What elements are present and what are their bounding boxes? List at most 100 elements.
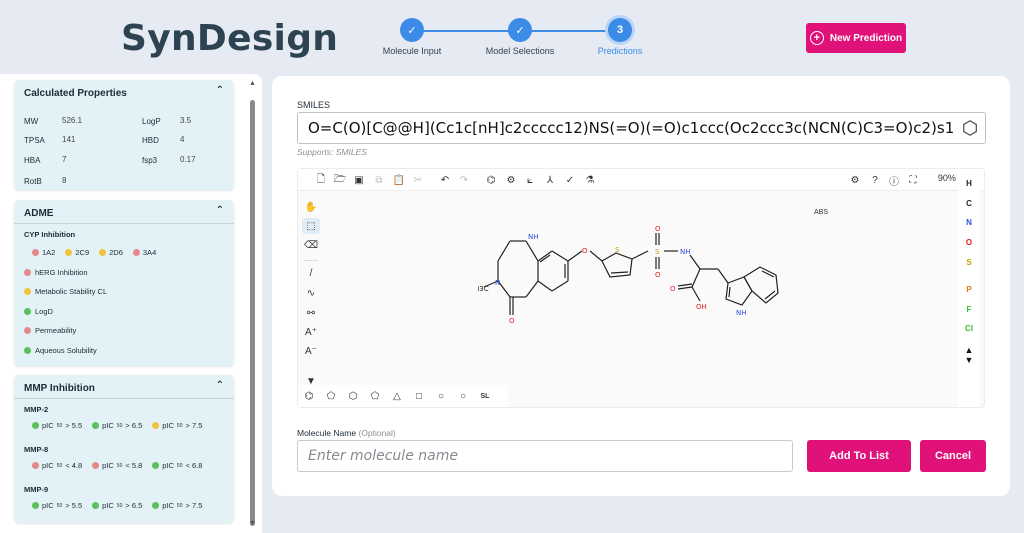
info-icon[interactable]: ⓘ <box>887 173 901 188</box>
prop-value: 7 <box>62 155 67 164</box>
fullscreen-icon[interactable]: ⛶ <box>906 173 920 187</box>
save-icon[interactable]: ▣ <box>352 173 366 187</box>
prop-name: fsp3 <box>142 156 158 165</box>
prop-name: LogP <box>142 117 161 126</box>
new-prediction-button[interactable]: + New Prediction <box>806 23 906 53</box>
step-predictions[interactable]: 3 Predictions <box>572 18 668 56</box>
new-file-icon[interactable]: 🗋 <box>314 173 328 187</box>
charge-plus-icon[interactable]: A⁺ <box>302 324 320 340</box>
hexagon-icon[interactable] <box>961 119 979 137</box>
atom-f-button[interactable]: F <box>958 305 980 314</box>
help-icon[interactable]: ? <box>868 173 882 187</box>
atom-palette: H C N O S P F Cl ▲ ▼ <box>958 169 980 407</box>
copy-icon[interactable]: ⧉ <box>372 173 386 187</box>
mmp-row: pIC 50 < 4.8 pIC 50 < 5.8 pIC 50 < 6.8 <box>32 461 208 470</box>
atom-s-button[interactable]: S <box>958 258 980 267</box>
atom-more-icon[interactable]: ▲ ▼ <box>958 345 980 365</box>
cancel-button[interactable]: Cancel <box>920 440 986 472</box>
status-dot <box>152 422 160 429</box>
prop-value: 4 <box>180 135 185 144</box>
card-title: MMP Inhibition <box>24 383 95 394</box>
single-bond-icon[interactable]: / <box>302 265 320 281</box>
add-to-list-button[interactable]: Add To List <box>807 440 911 472</box>
benzene-icon[interactable]: ⌬ <box>298 385 320 407</box>
cyp-item: 1A2 <box>32 248 55 257</box>
adme-card: ADME ⌃ CYP Inhibition 1A2 2C9 2D6 3A4 hE… <box>14 200 234 366</box>
atom-p-button[interactable]: P <box>958 285 980 294</box>
scroll-thumb[interactable] <box>250 100 255 526</box>
chevron-up-icon[interactable]: ⌃ <box>216 380 224 391</box>
circle-icon[interactable]: ○ <box>430 385 452 407</box>
step-number: 3 <box>608 18 632 42</box>
mmp-item: pIC 50 > 6.5 <box>92 501 142 510</box>
reaction-icon[interactable]: ⚯ <box>302 305 320 321</box>
status-dot <box>24 347 31 354</box>
atom-n-button[interactable]: N <box>958 218 980 227</box>
eraser-icon[interactable]: ⌫ <box>302 237 320 253</box>
step-molecule-input[interactable]: ✓ Molecule Input <box>364 18 460 56</box>
atom-label: N <box>495 279 500 287</box>
atom-label: O <box>509 317 515 325</box>
check-icon: ✓ <box>400 18 424 42</box>
status-dot <box>32 502 39 509</box>
atom-label: S <box>655 248 660 256</box>
select-icon[interactable]: ⬚ <box>302 218 320 234</box>
pentagon-icon[interactable]: ⬠ <box>320 385 342 407</box>
square-icon[interactable]: □ <box>408 385 430 407</box>
circle-icon[interactable]: ○ <box>452 385 474 407</box>
arrange-icon[interactable]: ⟀ <box>523 173 537 187</box>
aromatize-icon[interactable]: ⅄ <box>543 173 557 187</box>
molecule-name-input[interactable] <box>297 440 793 472</box>
prop-name: TPSA <box>24 136 45 145</box>
mmp-item: pIC 50 > 6.5 <box>92 421 142 430</box>
hexagon-icon[interactable]: ⬡ <box>342 385 364 407</box>
atom-cl-button[interactable]: Cl <box>958 324 980 333</box>
scroll-down-icon[interactable]: ▼ <box>249 520 256 528</box>
molecule-input-panel: SMILES O=C(O)[C@@H](Cc1c[nH]c2ccccc12)NS… <box>272 76 1010 496</box>
chain-icon[interactable]: ∿ <box>302 285 320 301</box>
calculate-icon[interactable]: ⚗ <box>583 173 597 187</box>
adme-item: LogD <box>24 307 53 316</box>
charge-minus-icon[interactable]: A⁻ <box>302 343 320 359</box>
card-title: Calculated Properties <box>24 88 127 99</box>
prop-value: 8 <box>62 176 67 185</box>
pentagon-icon[interactable]: ⬠ <box>364 385 386 407</box>
clean-icon[interactable]: ⚙ <box>504 173 518 187</box>
status-dot <box>24 288 31 295</box>
layout-icon[interactable]: ⌬ <box>484 173 498 187</box>
status-dot <box>152 502 160 509</box>
smiles-supports-hint: Supports: SMILES <box>297 147 367 157</box>
redo-icon[interactable]: ↷ <box>457 173 471 187</box>
atom-c-button[interactable]: C <box>958 199 980 208</box>
open-folder-icon[interactable]: 🗁 <box>333 173 347 187</box>
settings-icon[interactable]: ⚙ <box>848 173 862 187</box>
undo-icon[interactable]: ↶ <box>438 173 452 187</box>
mmp-item: pIC 50 > 7.5 <box>152 501 202 510</box>
cut-icon[interactable]: ✂ <box>411 173 425 187</box>
hand-icon[interactable]: ✋ <box>302 199 320 215</box>
atom-h-button[interactable]: H <box>958 179 980 188</box>
cyp-item: 3A4 <box>132 248 156 257</box>
chevron-up-icon[interactable]: ⌃ <box>216 85 224 96</box>
sidebar-scrollbar[interactable]: ▲ ▼ <box>249 80 256 528</box>
structure-editor[interactable]: 🗋 🗁 ▣ ⧉ 📋 ✂ ↶ ↷ ⌬ ⚙ ⟀ ⅄ ✓ ⚗ ⚙ ? ⓘ ⛶ 90% … <box>297 168 985 408</box>
plus-icon: + <box>809 31 824 45</box>
app-logo: SynDesign <box>121 18 339 59</box>
chevron-up-icon[interactable]: ⌃ <box>216 205 224 216</box>
cyp-item: 2D6 <box>99 248 123 257</box>
paste-icon[interactable]: 📋 <box>392 173 406 187</box>
triangle-icon[interactable]: △ <box>386 385 408 407</box>
status-dot <box>152 462 160 469</box>
adme-item: Aqueous Solubility <box>24 346 97 355</box>
smiles-label: SMILES <box>297 100 331 110</box>
smiles-input[interactable]: O=C(O)[C@@H](Cc1c[nH]c2ccccc12)NS(=O)(=O… <box>297 112 986 144</box>
scroll-up-icon[interactable]: ▲ <box>249 80 256 88</box>
step-model-selections[interactable]: ✓ Model Selections <box>472 18 568 56</box>
check-structure-icon[interactable]: ✓ <box>563 173 577 187</box>
structure-library-icon[interactable]: SL <box>474 385 496 407</box>
molecule-structure[interactable]: NH O N H3C O S S O O NH O OH NH <box>478 219 828 349</box>
mmp-group-label: MMP-2 <box>24 405 49 414</box>
molecule-name-label: Molecule Name (Optional) <box>297 428 396 438</box>
prop-name: RotB <box>24 177 42 186</box>
atom-o-button[interactable]: O <box>958 238 980 247</box>
